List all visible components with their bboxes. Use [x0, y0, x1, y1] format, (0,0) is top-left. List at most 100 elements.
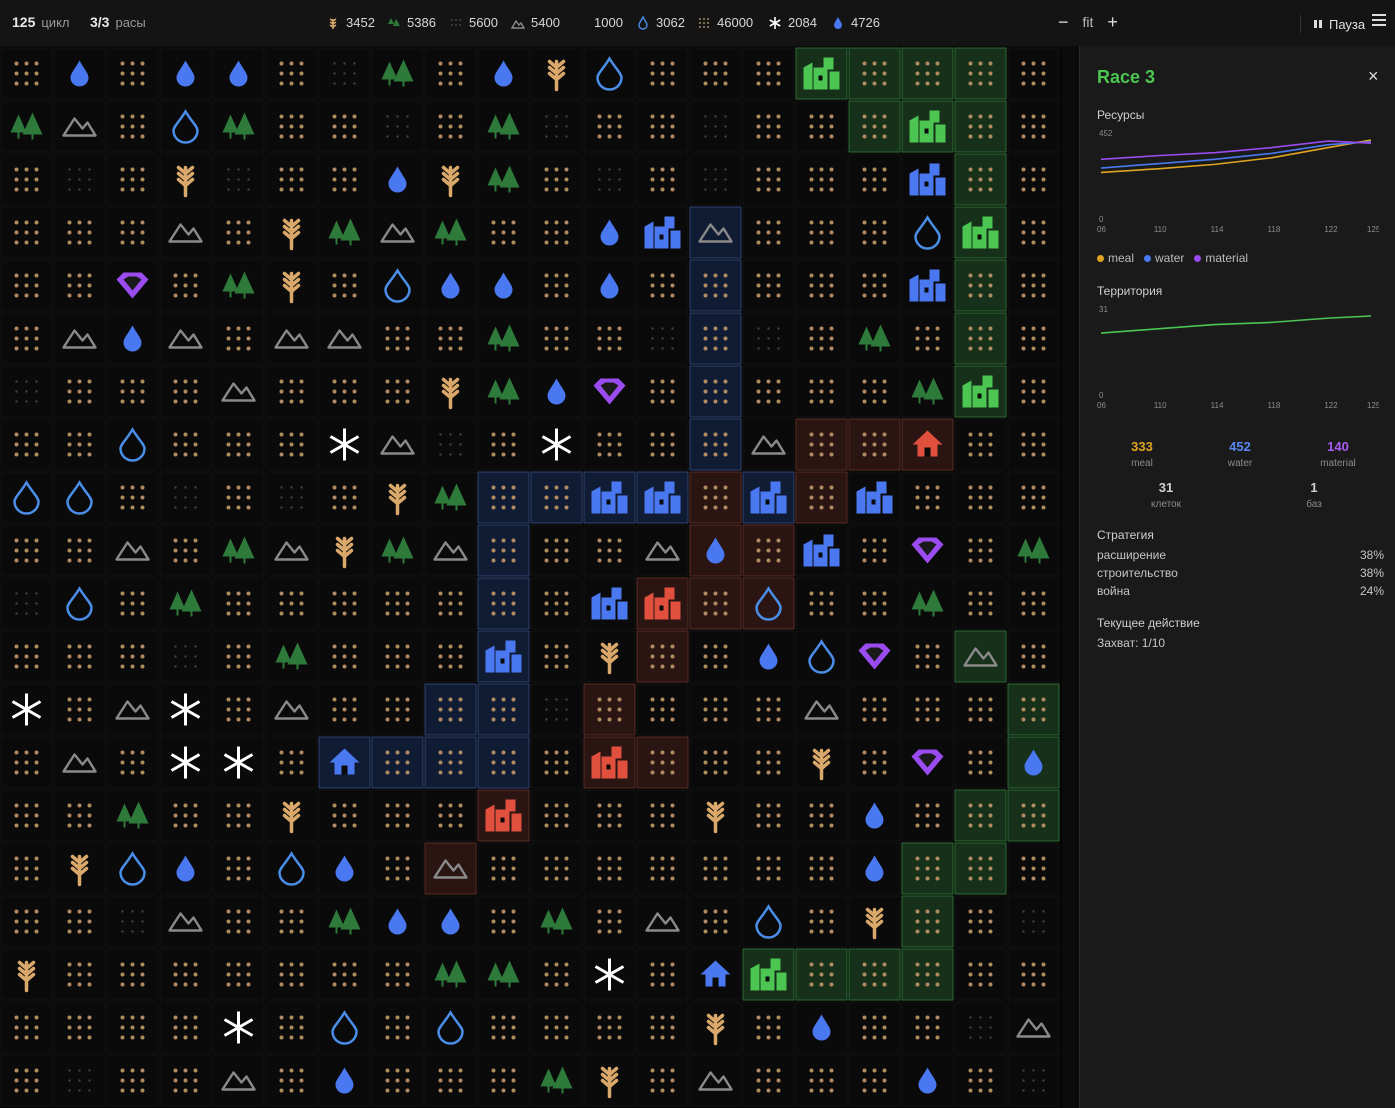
trees-cell[interactable]: [212, 524, 265, 577]
dots-cell[interactable]: [371, 1001, 424, 1054]
dots-cell[interactable]: [848, 418, 901, 471]
dots-cell[interactable]: [106, 206, 159, 259]
dots-cell[interactable]: [901, 630, 954, 683]
mountain-cell[interactable]: [212, 365, 265, 418]
dots-cell[interactable]: [212, 206, 265, 259]
water-drop-cell[interactable]: [689, 524, 742, 577]
snowflake-cell[interactable]: [318, 418, 371, 471]
building-cell[interactable]: [795, 524, 848, 577]
dots-cell[interactable]: [0, 153, 53, 206]
dots-cell[interactable]: [636, 47, 689, 100]
game-map[interactable]: [0, 47, 1062, 1108]
water-drop-cell[interactable]: [424, 895, 477, 948]
building-cell[interactable]: [795, 47, 848, 100]
dots-cell[interactable]: [424, 100, 477, 153]
mountain-cell[interactable]: [53, 736, 106, 789]
dots-cell[interactable]: [212, 418, 265, 471]
trees-cell[interactable]: [848, 312, 901, 365]
snowflake-cell[interactable]: [583, 948, 636, 1001]
dots-cell[interactable]: [371, 312, 424, 365]
dots-cell[interactable]: [0, 259, 53, 312]
mountain-cell[interactable]: [742, 418, 795, 471]
building-cell[interactable]: [901, 259, 954, 312]
water-ring-cell[interactable]: [583, 47, 636, 100]
wheat-cell[interactable]: [265, 206, 318, 259]
dots-cell[interactable]: [742, 47, 795, 100]
dots-cell[interactable]: [1007, 365, 1060, 418]
dots-cell[interactable]: [795, 312, 848, 365]
mountain-cell[interactable]: [106, 683, 159, 736]
mountain-cell[interactable]: [1007, 1001, 1060, 1054]
wheat-cell[interactable]: [689, 1001, 742, 1054]
dots-cell[interactable]: [53, 948, 106, 1001]
water-drop-cell[interactable]: [583, 259, 636, 312]
wheat-cell[interactable]: [424, 153, 477, 206]
dots-cell[interactable]: [848, 524, 901, 577]
dots-cell[interactable]: [848, 736, 901, 789]
water-drop-cell[interactable]: [424, 259, 477, 312]
sparse-dots-cell[interactable]: [424, 418, 477, 471]
dots-cell[interactable]: [265, 418, 318, 471]
dots-cell[interactable]: [795, 259, 848, 312]
mountain-cell[interactable]: [318, 312, 371, 365]
building-cell[interactable]: [901, 153, 954, 206]
dots-cell[interactable]: [742, 206, 795, 259]
dots-cell[interactable]: [1007, 259, 1060, 312]
dots-cell[interactable]: [318, 683, 371, 736]
dots-cell[interactable]: [954, 153, 1007, 206]
dots-cell[interactable]: [477, 842, 530, 895]
dots-cell[interactable]: [265, 100, 318, 153]
dots-cell[interactable]: [477, 1001, 530, 1054]
building-cell[interactable]: [636, 471, 689, 524]
sparse-dots-cell[interactable]: [530, 100, 583, 153]
water-ring-cell[interactable]: [265, 842, 318, 895]
wheat-cell[interactable]: [530, 47, 583, 100]
dots-cell[interactable]: [106, 47, 159, 100]
dots-cell[interactable]: [530, 1001, 583, 1054]
zoom-out-button[interactable]: −: [1058, 13, 1069, 31]
trees-cell[interactable]: [530, 895, 583, 948]
sparse-dots-cell[interactable]: [53, 153, 106, 206]
water-drop-cell[interactable]: [795, 1001, 848, 1054]
wheat-cell[interactable]: [424, 365, 477, 418]
dots-cell[interactable]: [689, 577, 742, 630]
dots-cell[interactable]: [583, 418, 636, 471]
dots-cell[interactable]: [636, 100, 689, 153]
dots-cell[interactable]: [636, 736, 689, 789]
water-drop-cell[interactable]: [318, 1054, 371, 1107]
mountain-cell[interactable]: [53, 100, 106, 153]
dots-cell[interactable]: [954, 736, 1007, 789]
wheat-cell[interactable]: [795, 736, 848, 789]
water-ring-cell[interactable]: [318, 1001, 371, 1054]
dots-cell[interactable]: [636, 365, 689, 418]
mountain-cell[interactable]: [954, 630, 1007, 683]
dots-cell[interactable]: [318, 259, 371, 312]
building-cell[interactable]: [477, 789, 530, 842]
dots-cell[interactable]: [1007, 630, 1060, 683]
dots-cell[interactable]: [954, 47, 1007, 100]
wheat-cell[interactable]: [583, 1054, 636, 1107]
building-cell[interactable]: [636, 577, 689, 630]
dots-cell[interactable]: [848, 259, 901, 312]
sparse-dots-cell[interactable]: [954, 1001, 1007, 1054]
dots-cell[interactable]: [212, 577, 265, 630]
dots-cell[interactable]: [106, 153, 159, 206]
dots-cell[interactable]: [371, 789, 424, 842]
sparse-dots-cell[interactable]: [53, 1054, 106, 1107]
dots-cell[interactable]: [0, 312, 53, 365]
dots-cell[interactable]: [848, 100, 901, 153]
dots-cell[interactable]: [212, 895, 265, 948]
water-ring-cell[interactable]: [901, 206, 954, 259]
dots-cell[interactable]: [477, 524, 530, 577]
sparse-dots-cell[interactable]: [106, 895, 159, 948]
dots-cell[interactable]: [689, 736, 742, 789]
dots-cell[interactable]: [795, 100, 848, 153]
trees-cell[interactable]: [530, 1054, 583, 1107]
dots-cell[interactable]: [583, 789, 636, 842]
sparse-dots-cell[interactable]: [1007, 1054, 1060, 1107]
dots-cell[interactable]: [1007, 471, 1060, 524]
dots-cell[interactable]: [848, 365, 901, 418]
dots-cell[interactable]: [901, 312, 954, 365]
dots-cell[interactable]: [477, 577, 530, 630]
dots-cell[interactable]: [1007, 312, 1060, 365]
